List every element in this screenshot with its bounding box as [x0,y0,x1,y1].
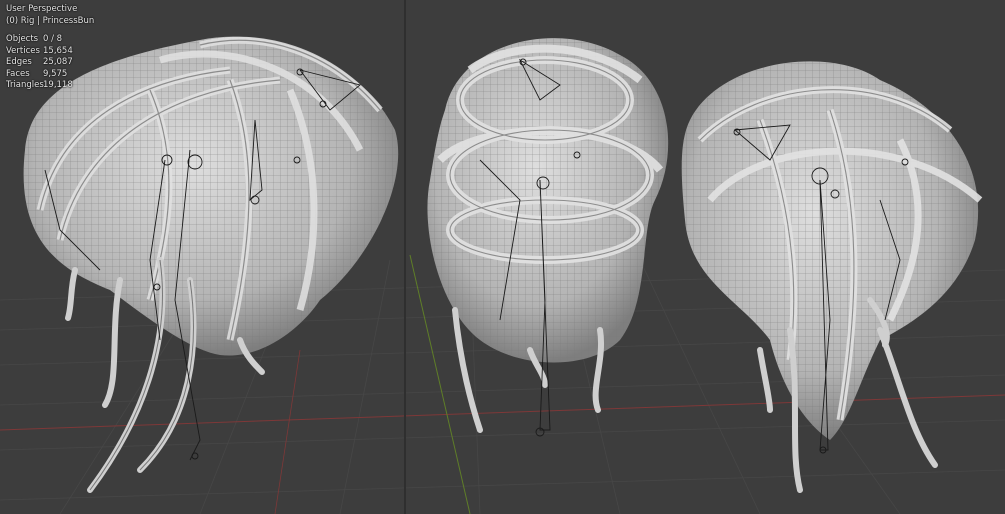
stat-value: 25,087 [43,57,73,67]
view-name: User Perspective [6,4,78,14]
stat-label: Triangles [6,80,44,90]
y-axis-line-left [274,349,301,514]
stat-row-vertices: Vertices 15,654 [6,46,94,58]
hair-mesh-right [681,61,983,493]
stat-row-triangles: Triangles 19,118 [6,80,94,92]
viewport-info-overlay: User Perspective (0) Rig | PrincessBun O… [6,4,94,92]
collection-info: (0) Rig | PrincessBun [6,15,95,26]
stat-row-objects: Objects 0 / 8 [6,34,94,46]
scene-render[interactable] [0,0,1005,514]
stat-row-faces: Faces 9,575 [6,69,94,81]
stat-value: 19,118 [43,80,73,90]
stat-label: Objects [6,34,39,44]
stat-row-edges: Edges 25,087 [6,57,94,69]
stat-value: 0 / 8 [43,34,63,44]
stat-value: 9,575 [43,68,68,79]
stat-label: Faces [6,68,30,79]
stat-label: Edges [6,57,32,67]
stat-value: 15,654 [43,45,73,56]
hair-mesh-left [23,36,399,493]
view-divider-1 [404,0,406,514]
3d-viewport[interactable]: User Perspective (0) Rig | PrincessBun O… [0,0,1005,514]
stat-label: Vertices [6,45,40,56]
